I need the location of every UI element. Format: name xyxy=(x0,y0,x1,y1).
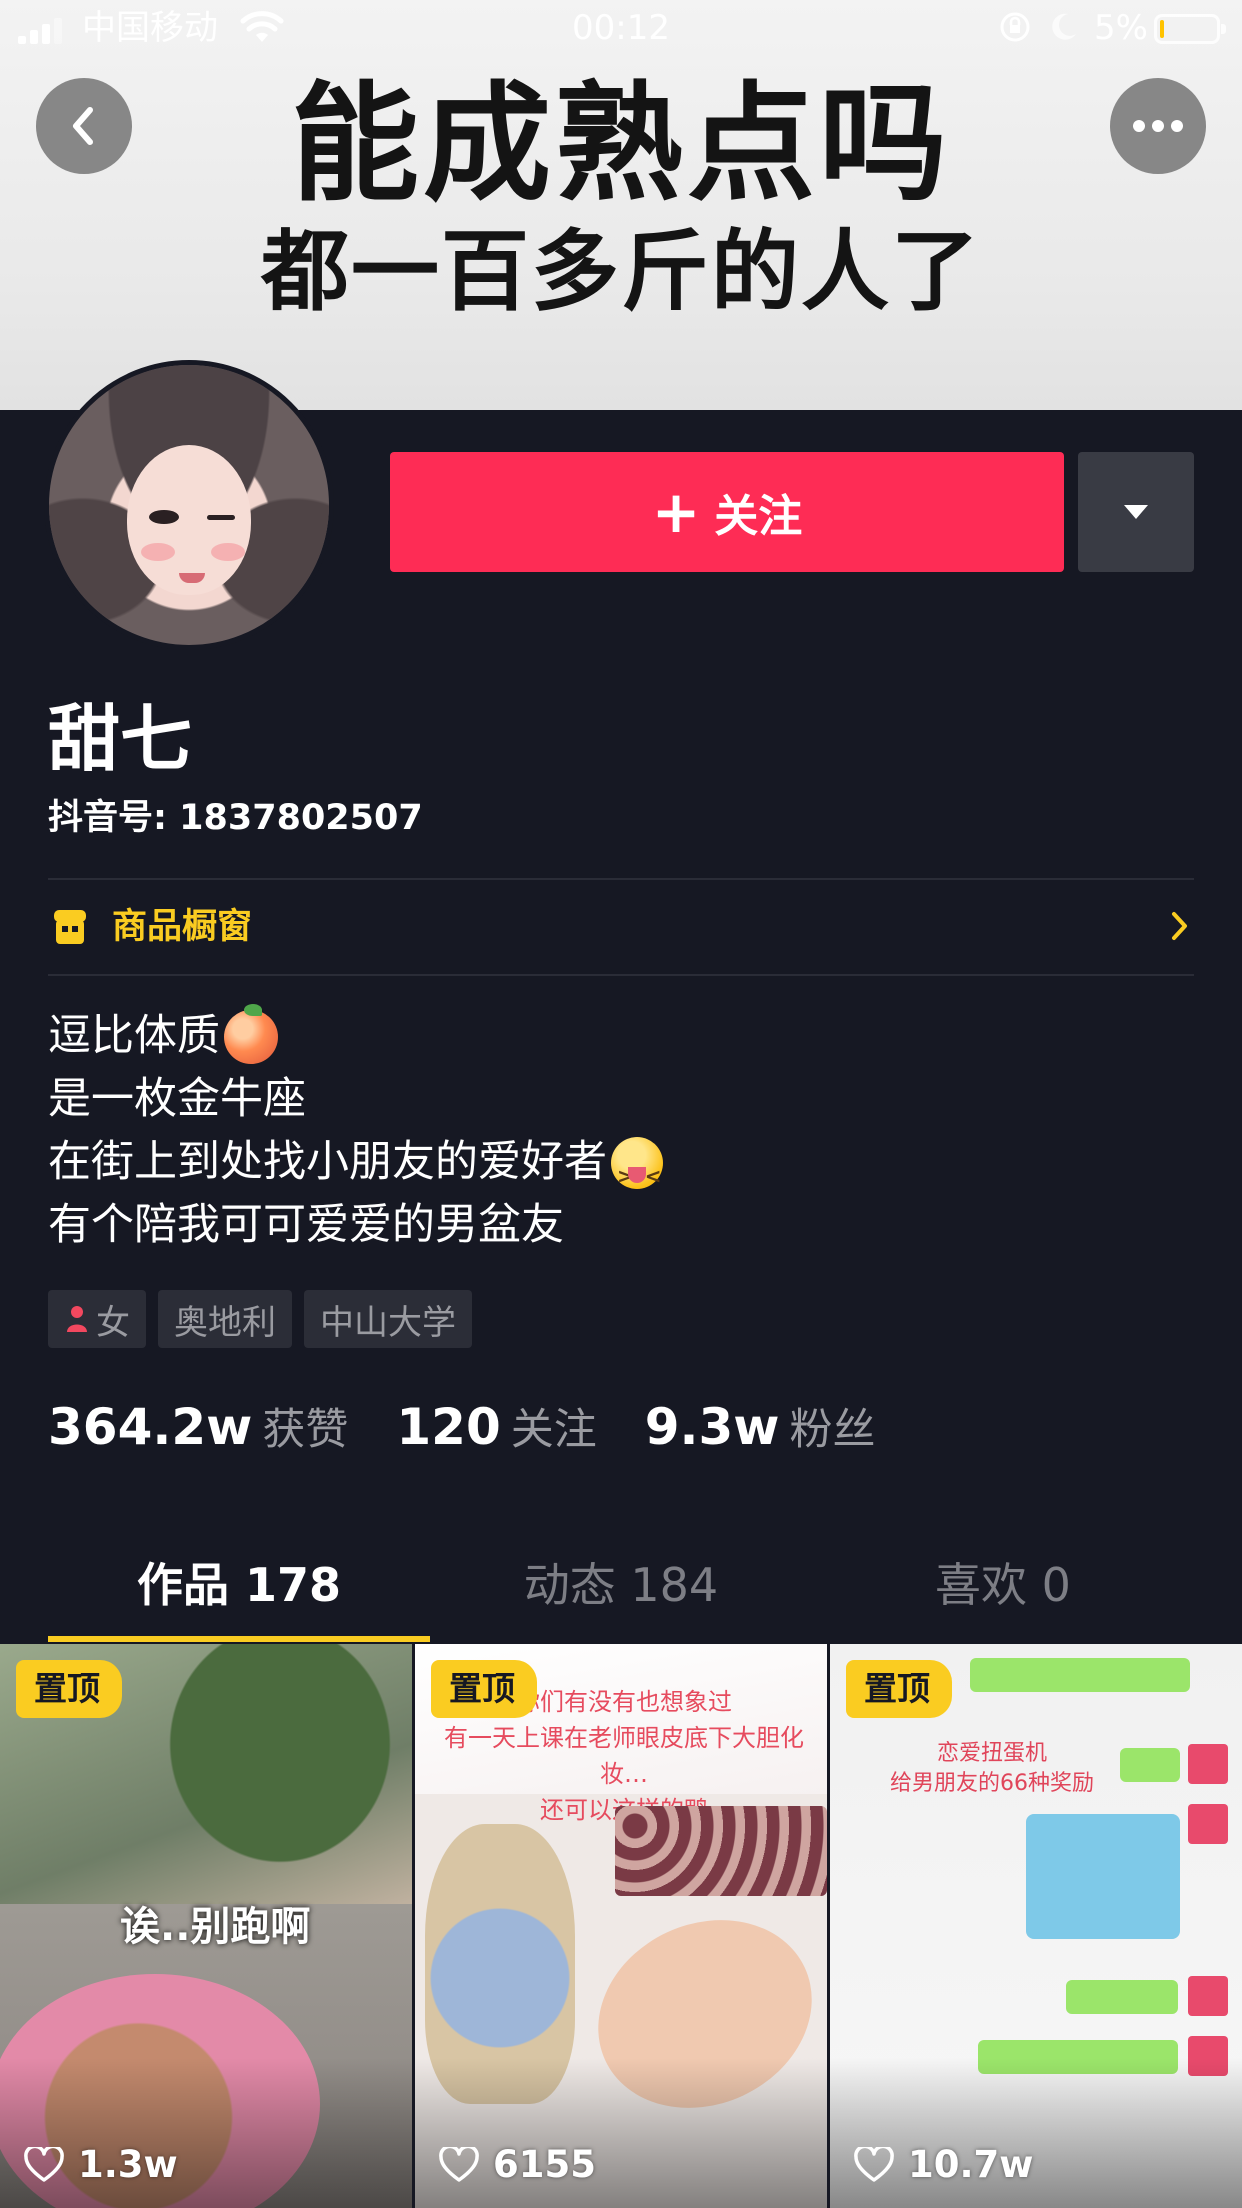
recommend-dropdown-button[interactable] xyxy=(1078,452,1194,572)
battery-percent: 5% xyxy=(1094,8,1148,48)
chevron-right-icon xyxy=(1172,912,1187,940)
chevron-left-icon xyxy=(73,107,93,145)
video-caption: 诶..别跑啊 xyxy=(120,1904,311,1950)
avatar[interactable] xyxy=(44,360,334,650)
follow-label: 关注 xyxy=(714,491,803,542)
bio: 逗比体质 是一枚金牛座 在街上到处找小朋友的爱好者 有个陪我可可爱爱的男盆友 xyxy=(48,1003,663,1257)
heart-outline-icon xyxy=(24,2146,64,2182)
rotation-lock-icon xyxy=(998,10,1032,53)
tag-gender: 女 xyxy=(48,1290,146,1348)
nickname: 甜七 xyxy=(48,697,193,781)
stat-value: 364.2w xyxy=(48,1398,253,1456)
bio-line: 逗比体质 xyxy=(48,1003,663,1068)
battery-level-fill xyxy=(1160,20,1164,38)
female-icon xyxy=(67,1306,87,1332)
like-count: 10.7w xyxy=(854,2143,1033,2186)
tab-moments[interactable]: 动态 184 xyxy=(430,1550,812,1644)
tab-likes[interactable]: 喜欢 0 xyxy=(812,1550,1194,1644)
tag-location: 奥地利 xyxy=(158,1290,292,1348)
stat-label: 获赞 xyxy=(262,1405,349,1455)
shop-icon xyxy=(54,910,86,944)
active-tab-indicator xyxy=(48,1636,430,1642)
follow-button[interactable]: + 关注 xyxy=(390,452,1064,572)
pinned-badge: 置顶 xyxy=(16,1660,122,1718)
video-thumbnail[interactable]: 诶..别跑啊 置顶 1.3w xyxy=(0,1644,412,2208)
shop-window-label: 商品橱窗 xyxy=(112,907,253,947)
tag-school: 中山大学 xyxy=(304,1290,472,1348)
status-bar: 中国移动 00:12 5% xyxy=(0,0,1242,58)
stat-likes: 364.2w 获赞 xyxy=(48,1395,348,1457)
stat-following[interactable]: 120 关注 xyxy=(396,1395,596,1457)
like-count: 6155 xyxy=(439,2143,596,2186)
more-dots-icon xyxy=(1133,120,1183,132)
heart-outline-icon xyxy=(854,2146,894,2182)
more-button[interactable] xyxy=(1110,78,1206,174)
tab-works[interactable]: 作品 178 xyxy=(48,1550,430,1644)
back-button[interactable] xyxy=(36,78,132,174)
video-thumbnail[interactable]: 你们有没有也想象过 有一天上课在老师眼皮底下大胆化妆… 还可以这样的鸭 置顶 6… xyxy=(415,1644,827,2208)
like-count: 1.3w xyxy=(24,2143,178,2186)
bio-line: 在街上到处找小朋友的爱好者 xyxy=(48,1131,663,1208)
stat-value: 120 xyxy=(396,1398,501,1456)
profile-banner[interactable]: 能成熟点吗 都一百多斤的人了 xyxy=(0,0,1242,410)
battery-icon xyxy=(1154,14,1226,44)
plus-icon: + xyxy=(651,478,701,546)
bio-line: 有个陪我可可爱爱的男盆友 xyxy=(48,1200,564,1250)
squint-tongue-emoji-icon xyxy=(611,1136,663,1208)
stat-label: 关注 xyxy=(510,1405,597,1455)
stat-followers[interactable]: 9.3w 粉丝 xyxy=(645,1395,876,1457)
video-thumbnail[interactable]: 恋爱扭蛋机 给男朋友的66种奖励 置顶 10.7w xyxy=(830,1644,1242,2208)
shop-window-row[interactable]: 商品橱窗 xyxy=(48,880,1194,974)
caret-down-icon xyxy=(1124,505,1148,519)
peach-emoji-icon xyxy=(224,1003,278,1064)
stat-value: 9.3w xyxy=(644,1398,780,1456)
profile-tags: 女 奥地利 中山大学 xyxy=(48,1290,472,1348)
banner-text-line2: 都一百多斤的人了 xyxy=(260,220,981,323)
bio-line: 是一枚金牛座 xyxy=(48,1074,306,1124)
profile-stats: 364.2w 获赞 120 关注 9.3w 粉丝 xyxy=(48,1395,876,1457)
banner-text-line1: 能成熟点吗 xyxy=(290,70,951,219)
content-tabs: 作品 178 动态 184 喜欢 0 xyxy=(48,1550,1194,1644)
moon-icon xyxy=(1048,10,1080,53)
video-grid: 诶..别跑啊 置顶 1.3w 你们有没有也想象过 有一天上课在老师眼皮底下大胆化… xyxy=(0,1644,1242,2208)
heart-outline-icon xyxy=(439,2146,479,2182)
divider xyxy=(48,974,1194,976)
pinned-badge: 置顶 xyxy=(431,1660,537,1718)
pinned-badge: 置顶 xyxy=(846,1660,952,1718)
stat-label: 粉丝 xyxy=(789,1405,876,1455)
douyin-id[interactable]: 抖音号: 1837802507 xyxy=(48,795,423,841)
video-caption: 恋爱扭蛋机 给男朋友的66种奖励 xyxy=(890,1741,1094,1796)
